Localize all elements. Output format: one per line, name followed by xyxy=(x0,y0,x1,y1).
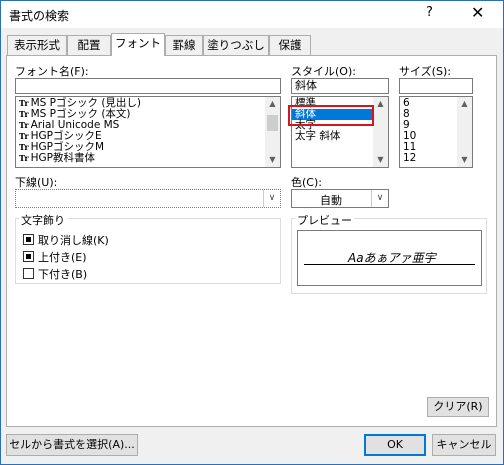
tab-font[interactable]: フォント xyxy=(111,33,165,56)
preview-sample-text: Aaあぁアァ亜宇 xyxy=(348,251,436,265)
font-name-list[interactable]: Tr MS Pゴシック (見出し) Tr MS Pゴシック (本文) Tr Arial… xyxy=(15,96,281,168)
help-button[interactable]: ? xyxy=(426,5,433,20)
style-label: スタイル(O): xyxy=(291,65,356,78)
chevron-down-icon[interactable]: ∨ xyxy=(371,190,388,207)
size-input[interactable] xyxy=(399,78,473,94)
scroll-thumb[interactable] xyxy=(267,115,278,131)
scroll-down-icon[interactable]: ▼ xyxy=(373,153,388,167)
tab-fill[interactable]: 塗りつぶし xyxy=(203,35,269,55)
cancel-button[interactable]: キャンセル xyxy=(432,434,496,456)
list-item[interactable]: Tr HGP教科書体 xyxy=(16,153,280,164)
scroll-down-icon[interactable]: ▼ xyxy=(457,153,472,167)
style-list-scrollbar[interactable]: ▲ ▼ xyxy=(373,97,388,167)
chevron-down-icon[interactable]: ∨ xyxy=(263,190,280,207)
clear-button[interactable]: クリア(R) xyxy=(427,397,489,417)
tab-number-format[interactable]: 表示形式 xyxy=(7,35,67,55)
truetype-icon: Tr xyxy=(19,109,29,119)
font-name-label: フォント名(F): xyxy=(15,65,89,78)
size-list[interactable]: 6 8 9 10 11 12 ▲ ▼ xyxy=(399,96,473,168)
scroll-up-icon[interactable]: ▲ xyxy=(265,97,280,111)
truetype-icon: Tr xyxy=(19,131,29,141)
preview-box: Aaあぁアァ亜宇 xyxy=(297,230,482,286)
tab-alignment[interactable]: 配置 xyxy=(67,35,111,55)
subscript-checkbox[interactable] xyxy=(23,268,34,279)
underline-select[interactable]: ∨ xyxy=(15,189,281,208)
color-label: 色(C): xyxy=(291,176,322,189)
preview-group-title: プレビュー xyxy=(295,212,354,228)
ok-button[interactable]: OK xyxy=(364,434,426,456)
dialog-title: 書式の検索 xyxy=(9,9,70,23)
size-label: サイズ(S): xyxy=(399,65,451,78)
highlight-box xyxy=(288,105,374,126)
scroll-up-icon[interactable]: ▲ xyxy=(457,97,472,111)
color-select[interactable]: 自動 ∨ xyxy=(291,189,389,208)
choose-format-from-cell-button[interactable]: セルから書式を選択(A)... xyxy=(6,434,138,456)
tab-protection[interactable]: 保護 xyxy=(269,35,311,55)
font-list-scrollbar[interactable]: ▲ ▼ xyxy=(265,97,280,167)
superscript-checkbox[interactable] xyxy=(23,251,34,262)
strikethrough-checkbox[interactable] xyxy=(23,234,34,245)
strikethrough-label[interactable]: 取り消し線(K) xyxy=(38,232,109,248)
truetype-icon: Tr xyxy=(19,153,29,163)
truetype-icon: Tr xyxy=(19,98,29,108)
superscript-label[interactable]: 上付き(E) xyxy=(38,249,87,265)
underline-label: 下線(U): xyxy=(15,176,58,189)
truetype-icon: Tr xyxy=(19,120,29,130)
close-icon[interactable]: ✕ xyxy=(471,3,484,22)
font-name-input[interactable] xyxy=(15,78,281,94)
subscript-label[interactable]: 下付き(B) xyxy=(38,266,87,282)
effects-group-title: 文字飾り xyxy=(19,212,67,228)
style-input[interactable]: 斜体 xyxy=(291,78,389,94)
find-format-dialog: 書式の検索 ? ✕ 表示形式 配置 フォント 罫線 塗りつぶし 保護 フォント名… xyxy=(0,0,504,465)
truetype-icon: Tr xyxy=(19,142,29,152)
title-bar: 書式の検索 ? ✕ xyxy=(1,1,503,28)
scroll-up-icon[interactable]: ▲ xyxy=(373,97,388,111)
tab-border[interactable]: 罫線 xyxy=(165,35,203,55)
scroll-down-icon[interactable]: ▼ xyxy=(265,153,280,167)
size-list-scrollbar[interactable]: ▲ ▼ xyxy=(457,97,472,167)
